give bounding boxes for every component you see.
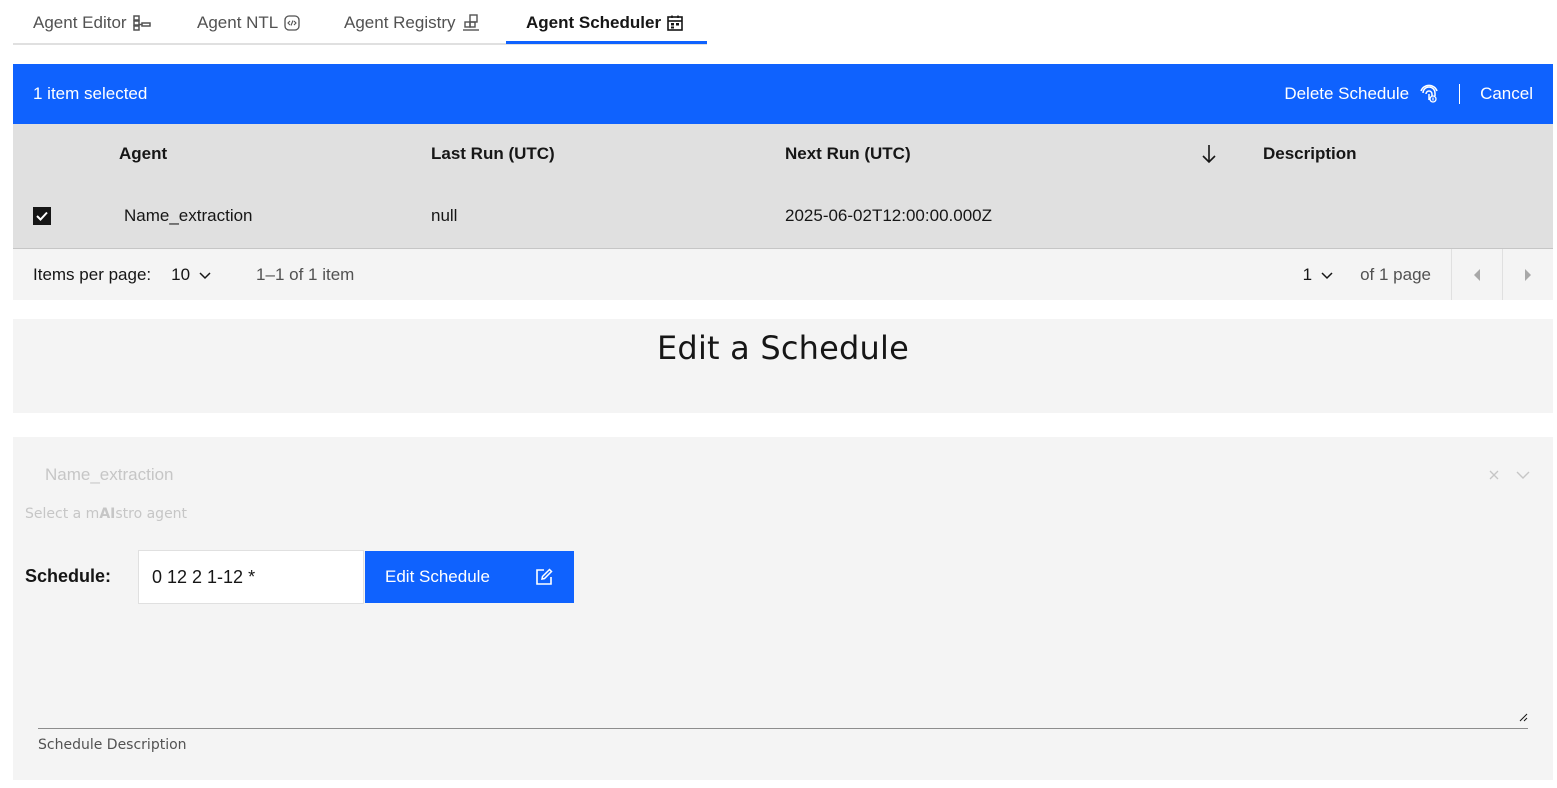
tab-agent-registry[interactable]: Agent Registry [324, 0, 500, 45]
agent-combobox-value: Name_extraction [45, 465, 174, 484]
tab-bar: Agent Editor Agent NTL Agent Registry Ag… [13, 0, 1553, 46]
tab-agent-editor[interactable]: Agent Editor [13, 0, 171, 45]
selected-count: 1 item selected [33, 84, 148, 103]
caret-right-icon [1523, 268, 1533, 282]
column-header-agent[interactable]: Agent [119, 124, 167, 184]
schedule-description-textarea[interactable] [38, 621, 1528, 729]
batch-action-bar: 1 item selected Delete Schedule Cancel [13, 64, 1553, 124]
delete-schedule-label: Delete Schedule [1284, 84, 1410, 103]
item-range: 1–1 of 1 item [256, 264, 355, 284]
schedule-input[interactable] [138, 550, 364, 604]
column-header-description[interactable]: Description [1263, 124, 1357, 184]
column-header-next-run[interactable]: Next Run (UTC) [785, 124, 911, 184]
items-per-page-select[interactable]: 10 [171, 265, 212, 285]
calendar-icon [667, 15, 683, 31]
cell-last-run: null [431, 206, 458, 225]
sort-descending-icon[interactable] [1199, 142, 1219, 171]
items-per-page-label: Items per page: [33, 264, 152, 284]
chevron-down-icon [198, 270, 212, 280]
edit-schedule-form: Name_extraction Select a mAIstro agent S… [13, 437, 1553, 780]
resize-handle-icon[interactable] [1518, 709, 1528, 727]
flow-icon [132, 14, 151, 31]
helper-suffix: stro agent [115, 506, 188, 522]
edit-schedule-header: Edit a Schedule [13, 319, 1553, 413]
pagination-right: 1 of 1 page [1303, 249, 1553, 300]
tab-label: Agent Editor [33, 12, 127, 32]
tab-label: Agent Scheduler [526, 12, 662, 32]
schedule-label: Schedule: [25, 566, 112, 586]
cancel-label: Cancel [1480, 84, 1533, 103]
edit-schedule-button[interactable]: Edit Schedule [365, 551, 574, 603]
code-icon [284, 14, 300, 31]
cell-next-run: 2025-06-02T12:00:00.000Z [785, 206, 992, 225]
chevron-down-icon[interactable] [1515, 469, 1531, 481]
chevron-down-icon [1320, 270, 1334, 280]
table-header: Agent Last Run (UTC) Next Run (UTC) Desc… [13, 124, 1553, 184]
items-per-page-value: 10 [171, 264, 191, 284]
tab-label: Agent NTL [197, 12, 279, 32]
cancel-button[interactable]: Cancel [1460, 64, 1553, 124]
registry-icon [462, 13, 480, 32]
row-checkbox[interactable] [33, 207, 51, 225]
page-select[interactable]: 1 [1303, 265, 1334, 285]
batch-actions: Delete Schedule Cancel [1264, 64, 1553, 124]
edit-schedule-label: Edit Schedule [385, 567, 490, 586]
schedule-table: Agent Last Run (UTC) Next Run (UTC) Desc… [13, 124, 1553, 249]
cell-agent: Name_extraction [124, 206, 253, 225]
agent-helper-text: Select a mAIstro agent [25, 506, 187, 522]
pagination: Items per page: 10 1–1 of 1 item 1 of 1 … [13, 249, 1553, 300]
total-pages: of 1 page [1360, 264, 1431, 284]
tab-agent-scheduler[interactable]: Agent Scheduler [506, 0, 707, 45]
page-value: 1 [1302, 264, 1313, 284]
tab-agent-ntl[interactable]: Agent NTL [177, 0, 320, 45]
previous-page-button[interactable] [1451, 249, 1502, 300]
agent-combobox[interactable]: Name_extraction [25, 455, 1531, 495]
helper-bold: AI [99, 506, 116, 522]
combobox-icons [1473, 468, 1531, 482]
helper-prefix: Select a m [25, 506, 100, 522]
fingerprint-icon [1419, 84, 1439, 104]
schedule-description-label: Schedule Description [38, 737, 187, 753]
edit-icon [534, 567, 554, 587]
page-title: Edit a Schedule [657, 329, 909, 367]
tab-label: Agent Registry [344, 12, 456, 32]
table-row[interactable]: Name_extraction null 2025-06-02T12:00:00… [13, 184, 1553, 249]
clear-icon[interactable] [1487, 468, 1501, 482]
caret-left-icon [1472, 268, 1482, 282]
column-header-last-run[interactable]: Last Run (UTC) [431, 124, 555, 184]
next-page-button[interactable] [1502, 249, 1553, 300]
delete-schedule-button[interactable]: Delete Schedule [1264, 64, 1459, 124]
